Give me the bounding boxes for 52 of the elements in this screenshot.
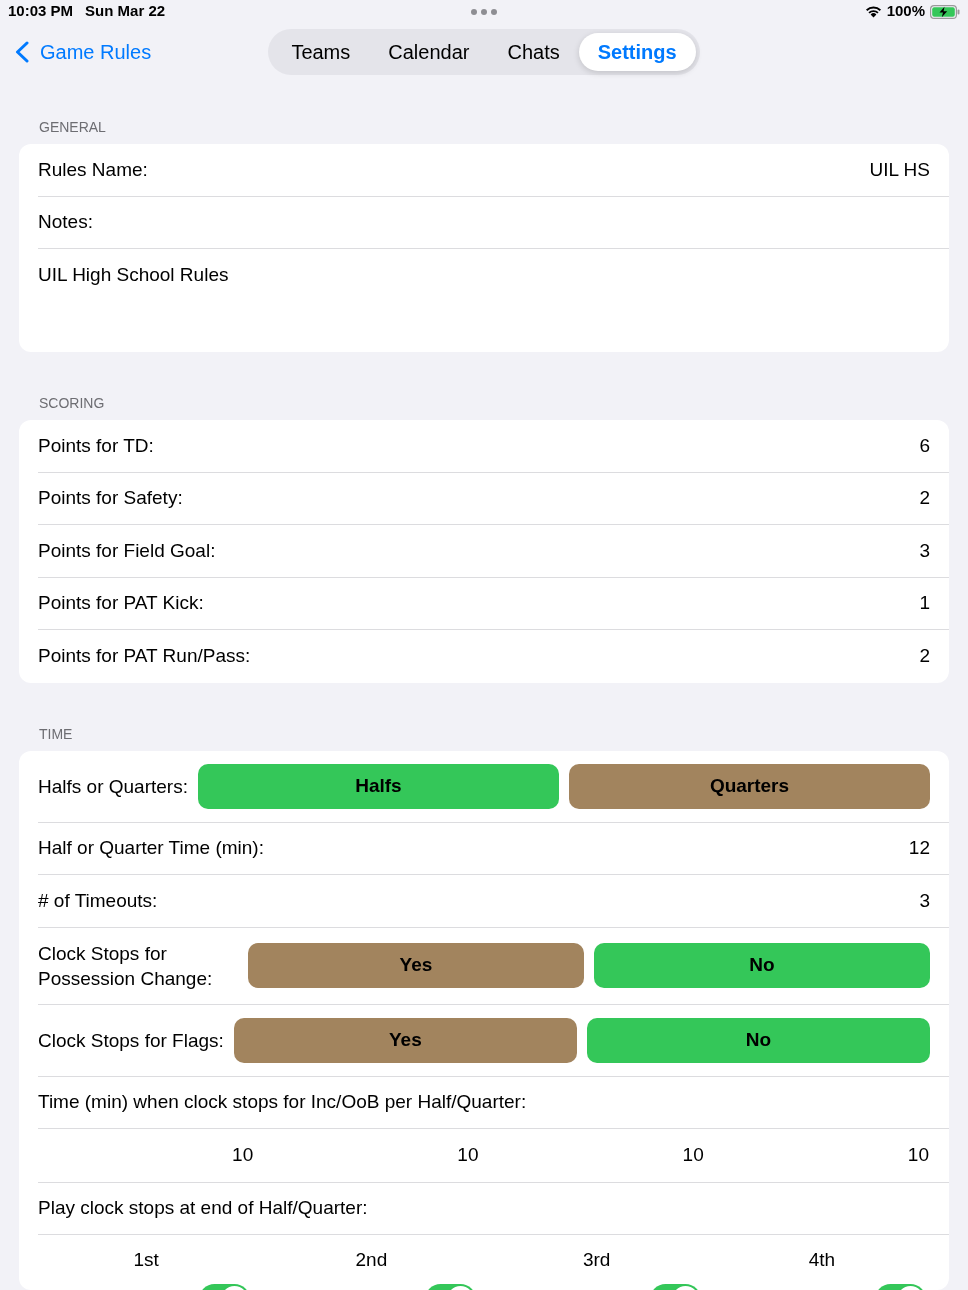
value-text: 2: [919, 644, 930, 668]
row-label: # of Timeouts:: [38, 888, 158, 913]
row-label: Points for PAT Run/Pass:: [38, 644, 251, 668]
tab[interactable]: Teams: [272, 33, 370, 72]
status-time: 10:03 PM: [8, 1, 74, 22]
choice-button[interactable]: Halfs: [197, 763, 559, 809]
row-label: Rules Name:: [38, 157, 148, 182]
row-label: Halfs or Quarters:: [38, 774, 188, 799]
period-label: 2nd: [355, 1248, 388, 1272]
choice-button[interactable]: Yes: [248, 943, 584, 988]
section-header: TIME: [39, 725, 73, 742]
row-label: Clock Stops for Possession Change:: [38, 941, 214, 991]
value-text: 12: [908, 836, 930, 860]
back-button[interactable]: Game Rules: [14, 37, 152, 68]
value-text: 10: [907, 1143, 929, 1167]
ellipsis-icon: [471, 8, 497, 15]
section-header: GENERAL: [39, 119, 106, 135]
section-header: SCORING: [39, 395, 105, 411]
row-label: Points for PAT Kick:: [38, 591, 204, 615]
value-text: 3: [919, 538, 930, 563]
value-text: 1: [919, 591, 930, 615]
row-label: Notes:: [38, 210, 93, 234]
value-text: 3: [919, 888, 930, 913]
wifi-icon: [864, 5, 882, 19]
value-text: 6: [919, 433, 930, 458]
row-label: Half or Quarter Time (min):: [38, 836, 264, 860]
value-text: 10: [457, 1143, 479, 1167]
period-label: 3rd: [582, 1248, 611, 1272]
value-text: 10: [232, 1143, 254, 1167]
choice-button[interactable]: Yes: [233, 1017, 577, 1063]
battery-charging-icon: [930, 4, 960, 19]
row-label: Points for Safety:: [38, 486, 183, 510]
choice-button[interactable]: Quarters: [568, 763, 930, 809]
chevron-left-icon: [14, 41, 30, 64]
value-text: 2: [919, 486, 930, 510]
row-label: Points for TD:: [38, 433, 154, 458]
row-label: Clock Stops for Flags:: [38, 1028, 224, 1053]
row-label: Time (min) when clock stops for Inc/OoB per Half/Quarter:: [38, 1090, 527, 1114]
period-label: 1st: [133, 1248, 159, 1272]
choice-button[interactable]: No: [586, 1017, 930, 1063]
value-text: 10: [682, 1143, 704, 1167]
period-label: 4th: [808, 1248, 836, 1272]
notes-field[interactable]: UIL High School Rules: [38, 263, 930, 338]
choice-button[interactable]: No: [594, 943, 930, 988]
tab[interactable]: Calendar: [369, 33, 489, 72]
tab[interactable]: Settings: [578, 33, 696, 72]
tab[interactable]: Chats: [488, 33, 579, 72]
row-label: Points for Field Goal:: [38, 538, 216, 563]
battery-percent: 100%: [886, 1, 925, 22]
status-date: Sun Mar 22: [85, 1, 166, 22]
value-text: UIL HS: [869, 157, 930, 182]
row-label: Play clock stops at end of Half/Quarter:: [38, 1196, 368, 1220]
